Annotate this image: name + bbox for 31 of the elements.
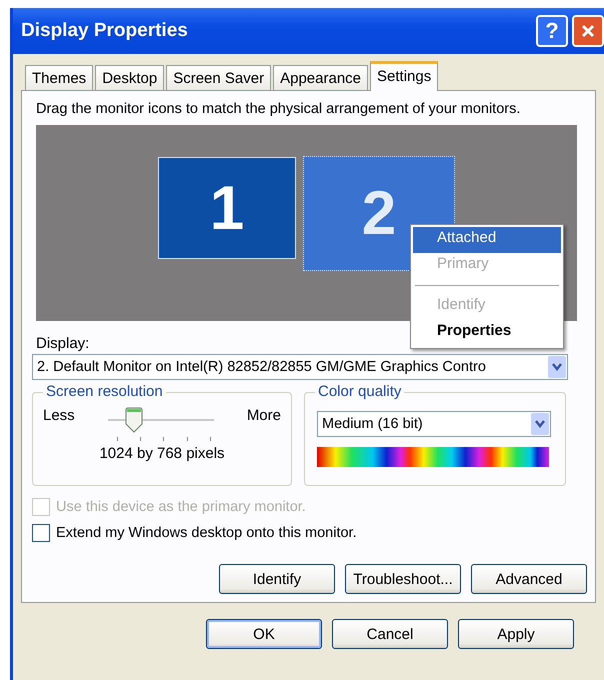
- tab[interactable]: Settings: [370, 61, 438, 91]
- checkbox-label: Extend my Windows desktop onto this monitor.: [56, 525, 357, 541]
- close-icon: [580, 23, 596, 39]
- tab[interactable]: Screen Saver: [166, 65, 272, 90]
- dialog-button[interactable]: Cancel: [332, 619, 448, 649]
- dialog-button[interactable]: Apply: [458, 619, 574, 649]
- color-quality-dropdown[interactable]: Medium (16 bit): [317, 411, 551, 437]
- close-button[interactable]: [572, 15, 604, 47]
- slider-thumb[interactable]: [125, 407, 144, 433]
- panel-button[interactable]: Identify: [219, 564, 335, 594]
- menu-item[interactable]: Attached: [413, 227, 561, 253]
- resolution-reading: 1024 by 768 pixels: [98, 445, 226, 462]
- tab[interactable]: Desktop: [95, 65, 164, 90]
- dialog-button[interactable]: OK: [206, 619, 322, 649]
- group-title: Color quality: [315, 383, 404, 400]
- window-title: Display Properties: [21, 20, 189, 42]
- checkbox-label: Use this device as the primary monitor.: [56, 499, 306, 515]
- panel-button[interactable]: Troubleshoot...: [345, 564, 461, 594]
- monitor-icon[interactable]: 1: [158, 157, 296, 259]
- checkbox[interactable]: [32, 524, 50, 542]
- tab[interactable]: Appearance: [273, 65, 368, 90]
- panel-button[interactable]: Advanced: [471, 564, 587, 594]
- resolution-slider[interactable]: [108, 407, 214, 443]
- more-label: More: [246, 407, 281, 424]
- help-button[interactable]: ?: [536, 15, 568, 47]
- less-label: Less: [43, 407, 75, 424]
- display-label: Display:: [36, 335, 90, 352]
- menu-item[interactable]: Properties: [413, 320, 561, 346]
- tab[interactable]: Themes: [25, 65, 94, 90]
- instructions-text: Drag the monitor icons to match the physical arrangement of your monitors.: [36, 101, 522, 117]
- display-dropdown[interactable]: 2. Default Monitor on Intel(R) 82852/82855 GM/GME Graphics Contro: [32, 354, 568, 380]
